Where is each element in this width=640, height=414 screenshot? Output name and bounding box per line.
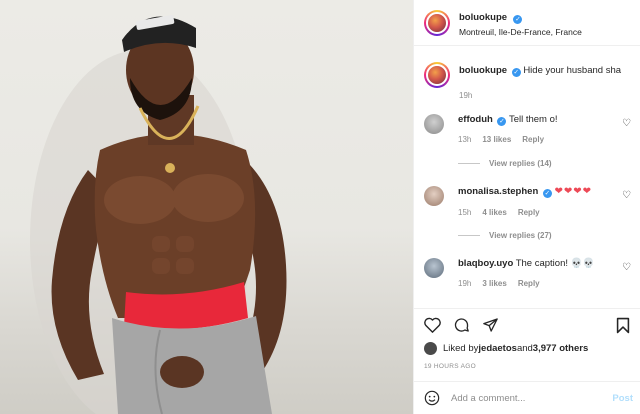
- caption-body: boluokupe ✓ Hide your husband sha 19h: [459, 65, 621, 101]
- comment-username[interactable]: effoduh: [458, 114, 493, 125]
- post-time[interactable]: 19 HOURS AGO: [424, 363, 476, 370]
- comment-body: blaqboy.uyo The caption! 💀💀 19h 3 likes …: [458, 258, 594, 289]
- liked-by-prefix: Liked by: [443, 343, 479, 354]
- reply-button[interactable]: Reply: [518, 279, 540, 289]
- caption-avatar[interactable]: [424, 62, 450, 88]
- comment-bubble-icon[interactable]: [453, 317, 470, 333]
- comment-username[interactable]: blaqboy.uyo: [458, 258, 513, 269]
- caption-avatar-image: [426, 64, 448, 86]
- header-text: boluokupe ✓ Montreuil, Ile-De-France, Fr…: [459, 7, 582, 38]
- post-photo[interactable]: [0, 0, 413, 414]
- post-location[interactable]: Montreuil, Ile-De-France, France: [459, 28, 582, 38]
- caption-username[interactable]: boluokupe: [459, 65, 507, 76]
- comment-input[interactable]: [451, 392, 601, 404]
- comment-time[interactable]: 15h: [458, 208, 471, 218]
- comment-text: The caption! 💀💀: [515, 258, 595, 269]
- liked-by-user[interactable]: jedaetos: [478, 343, 517, 354]
- bookmark-icon[interactable]: [615, 317, 631, 334]
- smiley-icon[interactable]: [424, 390, 440, 406]
- comment-row: blaqboy.uyo The caption! 💀💀 19h 3 likes …: [424, 258, 631, 289]
- view-replies-button[interactable]: View replies (14): [458, 159, 552, 168]
- comment-meta: 15h 4 likes Reply: [458, 208, 592, 218]
- likes-summary: Liked by jedaetos and 3,977 others: [424, 342, 588, 355]
- action-icons: [424, 317, 499, 333]
- post-image: [30, 15, 287, 414]
- post-header: boluokupe ✓ Montreuil, Ile-De-France, Fr…: [414, 0, 640, 46]
- comment-text: ❤❤❤❤: [554, 186, 593, 197]
- paper-plane-icon[interactable]: [482, 317, 499, 333]
- heart-small-icon[interactable]: ♡: [622, 190, 631, 201]
- replies-divider: [458, 235, 480, 236]
- comment-likes[interactable]: 4 likes: [482, 208, 506, 218]
- caption-row: boluokupe ✓ Hide your husband sha 19h: [424, 62, 631, 101]
- verified-badge-icon: ✓: [513, 14, 523, 24]
- commenter-avatar[interactable]: [424, 114, 444, 134]
- comment-body: monalisa.stephen ✓ ❤❤❤❤ 15h 4 likes Repl…: [458, 186, 592, 218]
- comment-meta: 13h 13 likes Reply: [458, 135, 558, 145]
- heart-small-icon[interactable]: ♡: [622, 118, 631, 129]
- post-side-panel: boluokupe ✓ Montreuil, Ile-De-France, Fr…: [413, 0, 640, 414]
- reply-button[interactable]: Reply: [518, 208, 540, 218]
- comment-meta: 19h 3 likes Reply: [458, 279, 594, 289]
- comments-list[interactable]: boluokupe ✓ Hide your husband sha 19h ef…: [414, 46, 640, 308]
- post-actions: Liked by jedaetos and 3,977 others 19 HO…: [414, 308, 640, 388]
- verified-badge-icon: ✓: [542, 189, 552, 198]
- liker-avatar[interactable]: [424, 342, 437, 355]
- author-username[interactable]: boluokupe: [459, 12, 507, 23]
- comment-composer: Post: [414, 381, 640, 414]
- commenter-avatar[interactable]: [424, 186, 444, 206]
- comment-username[interactable]: monalisa.stephen: [458, 186, 538, 197]
- heart-outline-icon[interactable]: [424, 317, 441, 333]
- comment-text: Tell them o!: [508, 114, 558, 125]
- comment-likes[interactable]: 13 likes: [482, 135, 511, 145]
- liked-by-and: and: [516, 343, 533, 354]
- commenter-avatar[interactable]: [424, 258, 444, 278]
- caption-text: Hide your husband sha: [523, 65, 622, 76]
- liked-by-count[interactable]: 3,977 others: [533, 343, 588, 354]
- caption-meta: 19h: [459, 91, 621, 101]
- view-replies-label: View replies (14): [489, 159, 552, 168]
- comment-time[interactable]: 13h: [458, 135, 471, 145]
- post-button[interactable]: Post: [612, 393, 633, 404]
- comment-time[interactable]: 19h: [458, 279, 471, 289]
- heart-small-icon[interactable]: ♡: [622, 262, 631, 273]
- comment-body: effoduh ✓ Tell them o! 13h 13 likes Repl…: [458, 114, 558, 145]
- verified-badge-icon: ✓: [511, 68, 521, 77]
- view-replies-button[interactable]: View replies (27): [458, 231, 552, 240]
- replies-divider: [458, 163, 480, 164]
- reply-button[interactable]: Reply: [522, 135, 544, 145]
- avatar-image: [426, 11, 448, 34]
- author-avatar[interactable]: [424, 9, 450, 36]
- view-replies-label: View replies (27): [489, 231, 552, 240]
- caption-time[interactable]: 19h: [459, 91, 472, 101]
- comment-row: monalisa.stephen ✓ ❤❤❤❤ 15h 4 likes Repl…: [424, 186, 631, 218]
- comment-row: effoduh ✓ Tell them o! 13h 13 likes Repl…: [424, 114, 631, 145]
- comment-likes[interactable]: 3 likes: [482, 279, 506, 289]
- verified-badge-icon: ✓: [497, 117, 507, 126]
